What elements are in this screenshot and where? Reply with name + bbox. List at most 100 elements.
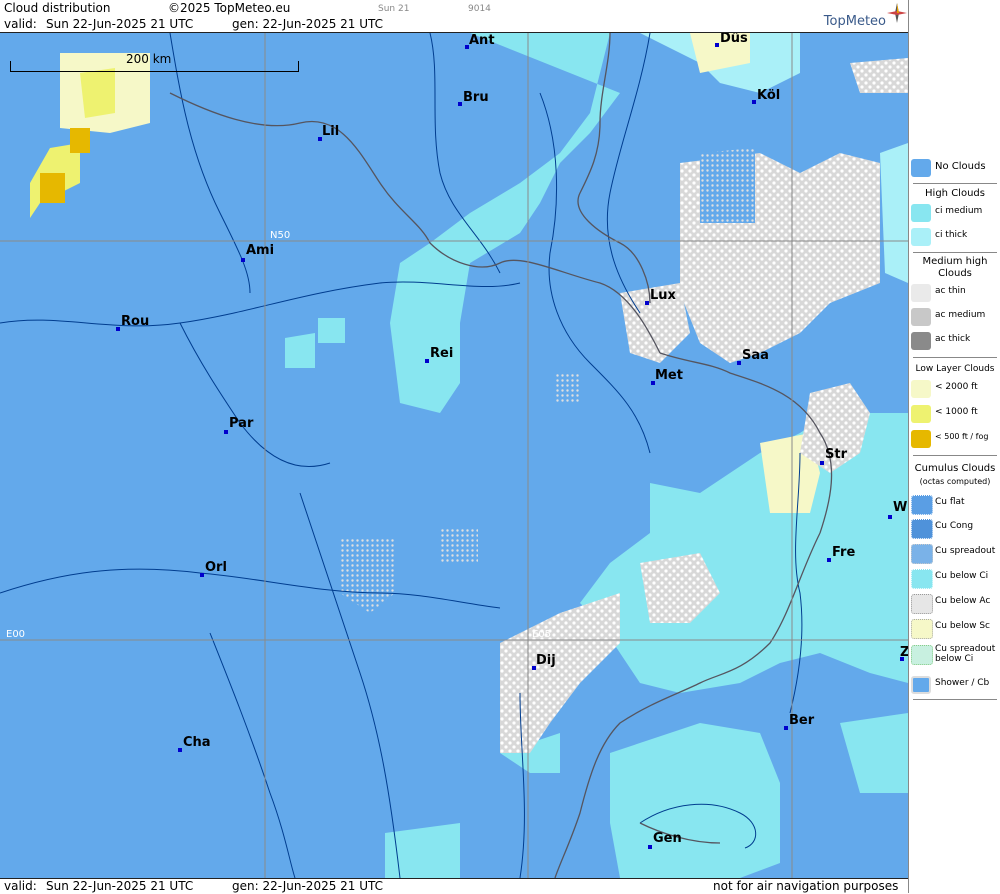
- mini-day: Sun 21: [378, 4, 410, 14]
- header-bar: Cloud distribution ©2025 TopMeteo.eu Sun…: [0, 0, 908, 33]
- footer-bar: valid: Sun 22-Jun-2025 21 UTC gen: 22-Ju…: [0, 878, 908, 894]
- cu-spread-below-ci-swatch: [911, 645, 933, 665]
- mini-code: 9014: [468, 4, 491, 14]
- low-2000-label: < 2000 ft: [935, 382, 978, 392]
- legend-ci-medium: ci medium: [909, 202, 1000, 224]
- city-dot: [648, 845, 652, 849]
- cumulus-subheading: (octas computed): [919, 477, 991, 486]
- city-label-lil[interactable]: Lil: [322, 124, 339, 139]
- footer-disclaimer: not for air navigation purposes: [713, 879, 899, 893]
- legend-cu-flat: Cu flat: [909, 493, 1000, 515]
- ac-region-dij: [500, 593, 620, 753]
- cu-spread-below-ci-label: Cu spreadout below Ci: [935, 644, 996, 664]
- cu-flat-swatch: [911, 495, 933, 515]
- map-title: Cloud distribution: [4, 1, 111, 15]
- city-dot: [715, 43, 719, 47]
- map-layers: [0, 33, 908, 878]
- low-2000-swatch: [911, 380, 931, 398]
- legend-low-500: < 500 ft / fog: [909, 428, 1000, 450]
- legend-panel: No Clouds High Clouds ci medium ci thick…: [908, 0, 1000, 893]
- legend-cu-spread-below-ci: Cu spreadout below Ci: [909, 643, 1000, 669]
- city-label-dij[interactable]: Dij: [536, 653, 556, 668]
- legend-low-1000: < 1000 ft: [909, 403, 1000, 425]
- city-label-cha[interactable]: Cha: [183, 735, 211, 750]
- city-label-rei[interactable]: Rei: [430, 346, 453, 361]
- city-label-fre[interactable]: Fre: [832, 545, 855, 560]
- city-label-str[interactable]: Str: [825, 447, 847, 462]
- city-label-saa[interactable]: Saa: [742, 348, 769, 363]
- legend-cu-below-sc: Cu below Sc: [909, 617, 1000, 639]
- ci-patch-small2: [318, 318, 345, 343]
- cu-area-c: [555, 373, 580, 403]
- city-label-par[interactable]: Par: [229, 416, 253, 431]
- city-label-rou[interactable]: Rou: [121, 314, 149, 329]
- legend-separator: [913, 699, 997, 700]
- city-dot: [458, 102, 462, 106]
- ac-region-edge: [850, 58, 908, 93]
- city-label-dus[interactable]: Düs: [720, 33, 748, 46]
- city-dot: [178, 748, 182, 752]
- city-label-met[interactable]: Met: [655, 368, 683, 383]
- city-label-ant[interactable]: Ant: [469, 33, 495, 48]
- cu-area-a: [340, 538, 395, 613]
- ci-thick-label: ci thick: [935, 230, 968, 240]
- city-label-lux[interactable]: Lux: [650, 288, 676, 303]
- no-clouds-swatch: [911, 159, 931, 177]
- low-1000-label: < 1000 ft: [935, 407, 978, 417]
- cu-below-ci-swatch: [911, 569, 933, 589]
- cloud-map[interactable]: 200 km N50 E00 E05 Ant Düs Bru Köl Lil A…: [0, 33, 908, 878]
- city-dot: [200, 573, 204, 577]
- legend-cu-cong: Cu Cong: [909, 517, 1000, 539]
- city-dot: [820, 461, 824, 465]
- city-dot: [888, 515, 892, 519]
- legend-separator: [913, 455, 997, 456]
- cu-spread-swatch: [911, 544, 933, 564]
- cu-below-sc-swatch: [911, 619, 933, 639]
- ci-medium-swatch: [911, 204, 931, 222]
- city-label-ami[interactable]: Ami: [246, 243, 274, 258]
- city-label-w[interactable]: W: [893, 500, 907, 515]
- city-label-bru[interactable]: Bru: [463, 90, 489, 105]
- ci-thick-swatch: [911, 228, 931, 246]
- legend-separator: [913, 183, 997, 184]
- legend-cu-below-ci: Cu below Ci: [909, 567, 1000, 589]
- ci-patch-edge: [880, 143, 908, 283]
- cu-below-ac-label: Cu below Ac: [935, 596, 991, 606]
- cu-area-d: [700, 148, 755, 223]
- legend-cu-below-ac: Cu below Ac: [909, 592, 1000, 614]
- gen-value: gen: 22-Jun-2025 21 UTC: [232, 17, 384, 31]
- legend-ci-thick: ci thick: [909, 226, 1000, 248]
- cu-below-ci-label: Cu below Ci: [935, 571, 989, 581]
- shower-swatch: [911, 676, 931, 694]
- no-clouds-label: No Clouds: [935, 161, 986, 172]
- legend-shower: Shower / Cb: [909, 674, 1000, 696]
- low-clouds-heading: Low Layer Clouds: [915, 364, 995, 374]
- ci-medium-label: ci medium: [935, 206, 983, 216]
- cu-area-b: [440, 528, 478, 563]
- city-dot: [737, 361, 741, 365]
- city-label-ber[interactable]: Ber: [789, 713, 814, 728]
- city-label-kol[interactable]: Köl: [757, 88, 780, 103]
- city-label-orl[interactable]: Orl: [205, 560, 227, 575]
- cu-cong-label: Cu Cong: [935, 521, 974, 531]
- legend-ac-thick: ac thick: [909, 330, 1000, 352]
- city-label-gen[interactable]: Gen: [653, 831, 682, 846]
- footer-valid-value: Sun 22-Jun-2025 21 UTC: [46, 879, 194, 893]
- copyright: ©2025 TopMeteo.eu: [168, 1, 291, 15]
- medium-clouds-heading: Medium high Clouds: [922, 256, 988, 279]
- city-label-z[interactable]: Z: [900, 645, 908, 660]
- ac-thin-swatch: [911, 284, 931, 302]
- valid-label: valid:: [4, 17, 37, 31]
- city-dot: [241, 258, 245, 262]
- ac-thin-label: ac thin: [935, 286, 966, 296]
- legend-cu-spread: Cu spreadout: [909, 542, 1000, 564]
- valid-value: Sun 22-Jun-2025 21 UTC: [46, 17, 194, 31]
- low-500-b: [40, 173, 65, 203]
- topmeteo-logo: TopMeteo: [823, 14, 886, 29]
- ac-thick-label: ac thick: [935, 334, 971, 344]
- legend-ac-medium: ac medium: [909, 306, 1000, 328]
- city-dot: [224, 430, 228, 434]
- legend-no-clouds: No Clouds: [909, 157, 1000, 179]
- ci-band-north: [390, 33, 620, 413]
- footer-valid-label: valid:: [4, 879, 37, 893]
